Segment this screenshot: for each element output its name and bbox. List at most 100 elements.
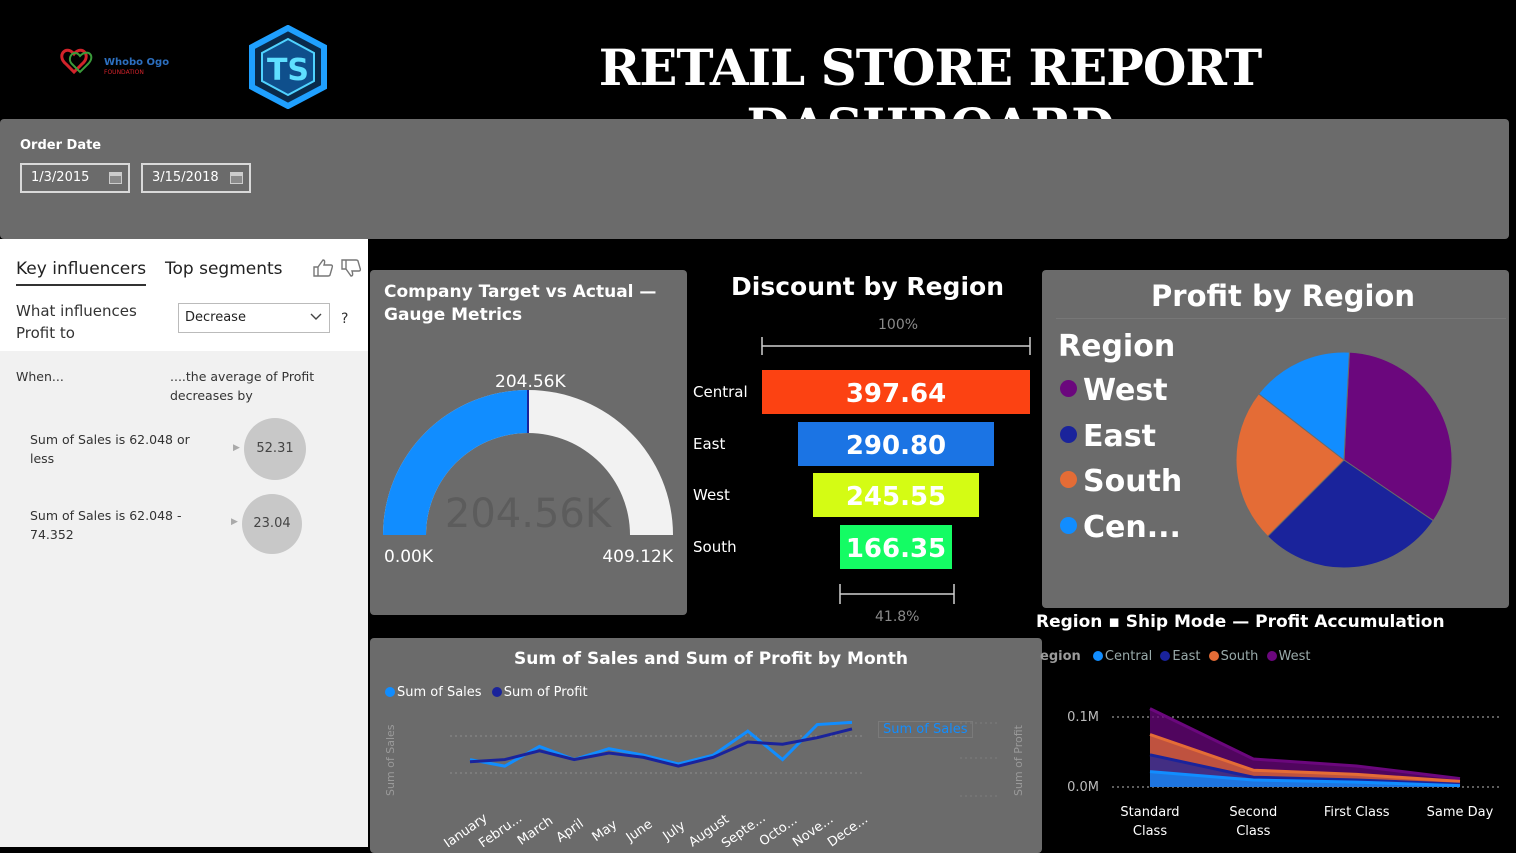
funnel-bar[interactable]: 290.80: [798, 421, 994, 466]
discount-bottom-bracket: [839, 584, 955, 604]
logo-subtext: FOUNDATION: [104, 69, 144, 76]
x-axis-tick: First Class: [1324, 805, 1390, 820]
key-influencers-header: Key influencers Top segments What influe…: [0, 239, 368, 351]
y-axis-tick: 0.0M: [1067, 780, 1099, 795]
ts-logo: TS: [248, 24, 328, 110]
legend-item[interactable]: South: [1060, 464, 1182, 499]
hexagon-logo-icon: TS: [249, 24, 327, 110]
legend-title: egion: [1040, 649, 1081, 664]
funnel-bar-value: 290.80: [845, 430, 947, 461]
tab-underline: [16, 284, 146, 286]
tab-key-influencers[interactable]: Key influencers: [16, 259, 146, 279]
arrow-right-icon: ▶: [231, 517, 238, 527]
sales-profit-card[interactable]: Sum of Sales and Sum of Profit by Month …: [370, 638, 1042, 853]
discount-bottom-percent: 41.8%: [875, 609, 920, 625]
x-axis-tick: July: [660, 818, 689, 844]
legend-dot: [1060, 425, 1077, 443]
calendar-icon[interactable]: [230, 172, 243, 184]
discount-title: Discount by Region: [731, 272, 1004, 301]
end-date-input[interactable]: 3/15/2018: [141, 163, 251, 193]
x-axis-tick: May: [590, 817, 621, 845]
legend-dot: [1266, 651, 1277, 661]
legend-label: West: [1083, 373, 1168, 408]
gauge-max-label: 409.12K: [602, 547, 673, 567]
discount-top-percent: 100%: [878, 317, 919, 333]
funnel-bar-value: 166.35: [845, 533, 947, 564]
influencer-value-bubble: 52.31: [244, 418, 306, 480]
sales-profit-line-chart: JanuaryFebru...MarchApril May June JulyAugu…: [441, 720, 1000, 847]
gauge-value-label: 204.56K: [495, 372, 566, 392]
profit-region-title: Profit by Region: [1151, 279, 1415, 313]
ship-mode-area-chart: 0.1M 0.0M Standard Class Second Class First Cl…: [1067, 707, 1500, 839]
influence-question: What influences Profit to: [16, 302, 137, 342]
legend-dot: [1060, 516, 1077, 534]
legend-dot: [1208, 651, 1219, 661]
funnel-category-label: Central: [693, 383, 748, 401]
funnel-bar-value: 397.64: [845, 379, 947, 409]
funnel-bar[interactable]: 166.35: [839, 524, 953, 569]
when-label: When...: [16, 369, 64, 384]
legend-dot: [1060, 380, 1077, 397]
logo-ts-text: TS: [267, 53, 309, 88]
tab-top-segments[interactable]: Top segments: [165, 259, 283, 279]
profit-region-pie: [1235, 351, 1453, 569]
legend-central: Central: [1104, 649, 1153, 664]
series-line[interactable]: [469, 720, 853, 768]
average-label: ....the average of Profit decreases by: [170, 369, 315, 403]
calendar-icon[interactable]: [109, 172, 122, 184]
funnel-category-label: East: [693, 434, 726, 453]
thumbs-down-icon[interactable]: [340, 258, 362, 278]
influencer-row[interactable]: Sum of Sales is 62.048 - 74.352 ▶ 23.04: [0, 492, 368, 558]
legend-title: Region: [1058, 329, 1176, 364]
title-underline: [1056, 318, 1506, 319]
order-date-label: Order Date: [20, 138, 102, 153]
legend-item[interactable]: East: [1060, 419, 1156, 454]
x-axis-tick: Standard Class: [1120, 805, 1179, 839]
gauge-min-label: 0.00K: [384, 547, 434, 567]
gauge-card[interactable]: Company Target vs Actual — Gauge Metrics…: [370, 270, 687, 615]
x-axis-tick: Dece...: [825, 812, 871, 847]
logo-whobo-ogo: Whobo Ogo FOUNDATION: [58, 40, 173, 84]
influencer-value-bubble: 23.04: [242, 494, 302, 554]
legend-label: East: [1083, 418, 1156, 454]
funnel-category-label: South: [693, 537, 737, 556]
legend-label: South: [1083, 464, 1183, 499]
discount-top-bracket: [761, 337, 1031, 355]
x-axis-tick: April: [554, 816, 587, 845]
legend-item[interactable]: Cen...: [1060, 510, 1181, 545]
legend-dot: [1160, 651, 1171, 661]
gauge-chart: 204.56K 204.56K 0.00K 409.12K: [383, 372, 674, 567]
influencer-value: 23.04: [253, 516, 291, 531]
y-axis-tick: 0.1M: [1067, 710, 1099, 725]
legend-item[interactable]: West: [1060, 373, 1168, 408]
influencer-value: 52.31: [256, 441, 294, 456]
funnel-bar[interactable]: 245.55: [813, 473, 979, 517]
gauge-center-value: 204.56K: [445, 491, 613, 537]
legend-dot: [1060, 471, 1077, 488]
influencer-condition: Sum of Sales is 62.048 or less: [30, 432, 190, 466]
start-date-value: 1/3/2015: [31, 170, 90, 185]
legend-west: West: [1278, 649, 1311, 664]
x-axis-tick: June: [623, 817, 656, 846]
legend-south: South: [1220, 649, 1259, 664]
ship-mode-legend: egion Central East South West: [1040, 649, 1314, 664]
start-date-input[interactable]: 1/3/2015: [20, 163, 130, 193]
funnel-category-label: West: [693, 486, 730, 504]
chevron-down-icon: [309, 303, 323, 342]
x-axis-tick: Second Class: [1229, 805, 1277, 839]
influencer-condition: Sum of Sales is 62.048 - 74.352: [30, 508, 182, 542]
funnel-bar-value: 245.55: [845, 482, 947, 512]
logo-text: Whobo Ogo: [104, 57, 170, 68]
arrow-right-icon: ▶: [233, 443, 240, 453]
help-icon[interactable]: ?: [341, 311, 348, 327]
selected-direction: Decrease: [185, 310, 246, 325]
key-influencers-panel: Key influencers Top segments What influe…: [0, 239, 368, 847]
legend-east: East: [1172, 649, 1201, 664]
end-date-value: 3/15/2018: [152, 170, 219, 185]
legend-label: Cen...: [1083, 509, 1181, 545]
thumbs-up-icon[interactable]: [312, 258, 334, 278]
influence-direction-select[interactable]: Decrease: [178, 303, 330, 333]
influencer-row[interactable]: Sum of Sales is 62.048 or less ▶ 52.31: [0, 414, 368, 484]
x-axis-tick: Same Day: [1427, 805, 1494, 820]
funnel-bar[interactable]: 397.64: [762, 370, 1030, 414]
